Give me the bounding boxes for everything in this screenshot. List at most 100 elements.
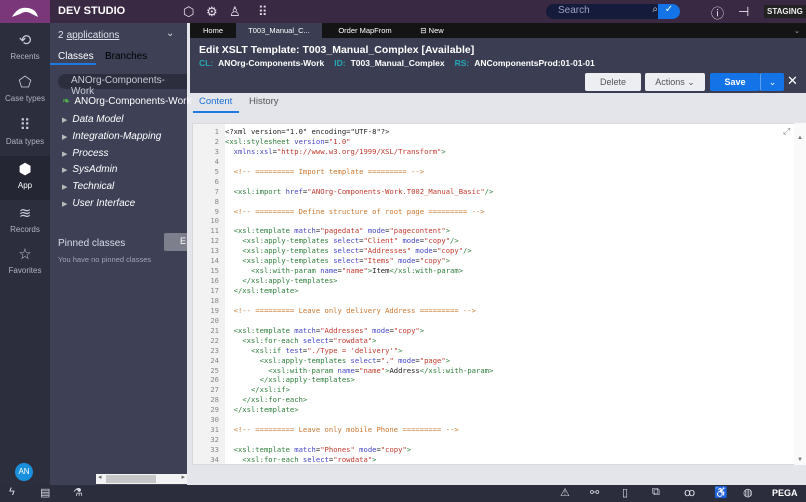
tab-branches[interactable]: Branches — [105, 51, 147, 62]
class-node[interactable]: ▶ Integration-Mapping — [62, 131, 161, 142]
code-line[interactable]: 34 <xsl:for-each select = "rowdata" > — [193, 455, 493, 464]
save-button[interactable]: Save — [710, 73, 760, 91]
expand-arrow-icon[interactable]: ▶ — [62, 167, 67, 174]
performance-icon[interactable]: ◍ — [743, 486, 753, 499]
line-number: 4 — [214, 156, 219, 166]
tab-order-mapfrom[interactable]: Order MapFrom — [322, 23, 408, 38]
studio-title[interactable]: DEV STUDIO — [58, 5, 125, 17]
clipboard-icon[interactable]: ▤ — [40, 486, 50, 499]
code-line[interactable]: 18 — [193, 296, 493, 306]
class-node[interactable]: ▶ User Interface — [62, 198, 135, 209]
glasses-icon[interactable]: ꝏ — [684, 486, 695, 499]
gear-icon[interactable]: ⚙ — [206, 4, 218, 20]
code-line[interactable]: 20 — [193, 316, 493, 326]
code-line[interactable]: 17 </xsl:template> — [193, 286, 493, 296]
info-icon[interactable]: ⓘ — [711, 3, 724, 22]
code-line[interactable]: 22 <xsl:for-each select = "rowdata" > — [193, 336, 493, 346]
expand-arrow-icon[interactable]: ▶ — [62, 151, 67, 158]
code-line[interactable]: 9 <!-- ========= Define structure of roo… — [193, 207, 493, 217]
sidebar-scrollbar[interactable]: ◂ ▸ — [96, 474, 187, 484]
delete-button[interactable]: Delete — [585, 73, 641, 91]
tab-classes[interactable]: Classes — [58, 51, 94, 62]
lightning-icon[interactable]: ϟ — [9, 486, 15, 498]
apps-link-text[interactable]: applications — [67, 30, 120, 41]
code-line[interactable]: 24 <xsl:apply-templates select = "." mode =… — [193, 356, 493, 366]
rail-case-types[interactable]: ⬠ Case types — [0, 73, 50, 103]
code-line[interactable]: 23 <xsl:if test = "./Type = 'delivery'" > — [193, 346, 493, 356]
code-token: "rowdata" — [333, 335, 373, 345]
code-line[interactable]: 4 — [193, 157, 493, 167]
code-line[interactable]: 26 </xsl:apply-templates> — [193, 375, 493, 385]
code-line[interactable]: 25 <xsl:with-param name = "name" > Address </… — [193, 366, 493, 376]
accessibility-icon[interactable]: ♿ — [714, 486, 728, 499]
code-line[interactable]: 3 xmlns:xsl = "http://www.w3.org/1999/XSL/… — [193, 147, 493, 157]
class-filter-input[interactable]: ANOrg-Components-Work — [58, 74, 187, 97]
expand-arrow-icon[interactable]: ▶ — [62, 134, 67, 141]
rail-favorites[interactable]: ☆ Favorites — [0, 245, 50, 275]
rocket-icon[interactable]: ♙ — [229, 4, 241, 20]
applications-link[interactable]: 2 applications — [58, 30, 119, 41]
class-node[interactable]: ▶ Process — [62, 148, 109, 159]
tab-home[interactable]: Home — [190, 23, 236, 38]
code-line[interactable]: 21 <xsl:template match = "Addresses" mode =… — [193, 326, 493, 336]
code-line[interactable]: 13 <xsl:apply-templates select = "Addresse… — [193, 246, 493, 256]
rail-data-types[interactable]: ⠿ Data types — [0, 116, 50, 146]
editor-scrollbar[interactable]: ▲ ▼ — [794, 123, 806, 465]
flask-icon[interactable]: ⚗ — [73, 486, 83, 499]
tracer-icon[interactable]: ⚯ — [590, 486, 599, 499]
code-line[interactable]: 33 <xsl:template match = "Phones" mode = "co… — [193, 445, 493, 455]
code-line[interactable]: 11 <xsl:template match = "pagedata" mode = "… — [193, 226, 493, 236]
class-root[interactable]: ❧ ANOrg-Components-Work — [62, 96, 191, 107]
code-line[interactable]: 30 — [193, 415, 493, 425]
code-line[interactable]: 2 <xsl:stylesheet version = "1.0" — [193, 137, 493, 147]
code-line[interactable]: 19 <!-- ========= Leave only delivery Ad… — [193, 306, 493, 316]
check-icon[interactable]: ✓ — [658, 4, 680, 19]
close-icon[interactable]: ✕ — [787, 73, 798, 89]
class-node[interactable]: ▶ Data Model — [62, 114, 124, 125]
code-line[interactable]: 10 — [193, 216, 493, 226]
live-ui-icon[interactable]: ⧉ — [652, 486, 660, 499]
actions-button[interactable]: Actions ⌄ — [645, 73, 705, 91]
expand-icon[interactable]: ⤢ — [783, 126, 790, 137]
clipboard-tool-icon[interactable]: ▯ — [622, 486, 628, 499]
code-line[interactable]: 8 — [193, 197, 493, 207]
expand-arrow-icon[interactable]: ▶ — [62, 201, 67, 208]
tab-history[interactable]: History — [249, 96, 279, 107]
code-line[interactable]: 16 </xsl:apply-templates> — [193, 276, 493, 286]
warning-icon[interactable]: ⚠ — [560, 486, 570, 499]
tab-content[interactable]: Content — [199, 96, 232, 107]
save-options-button[interactable]: ⌄ — [760, 73, 784, 91]
hierarchy-icon[interactable]: ⊣ — [738, 4, 749, 20]
pinned-button[interactable]: E — [164, 233, 187, 251]
pega-logo[interactable] — [0, 0, 50, 23]
code-line[interactable]: 14 <xsl:apply-templates select = "Items" m… — [193, 256, 493, 266]
code-line[interactable]: 12 <xsl:apply-templates select = "Client" … — [193, 236, 493, 246]
expand-arrow-icon[interactable]: ▶ — [62, 184, 67, 191]
avatar[interactable]: AN — [15, 463, 33, 481]
code-line[interactable]: 7 <xsl:import href = "ANOrg-Components-Wor… — [193, 187, 494, 197]
chevron-down-icon[interactable]: ⌄ — [166, 28, 174, 39]
expand-arrow-icon[interactable]: ▶ — [62, 117, 67, 124]
code-line[interactable]: 29 </xsl:template> — [193, 405, 493, 415]
code-line[interactable]: 1 <?xml version="1.0" encoding="UTF-8"?> — [193, 127, 493, 137]
tab-new[interactable]: ⊟ New — [412, 23, 452, 38]
grid-icon[interactable]: ⠿ — [258, 4, 268, 20]
chevron-down-icon[interactable]: ⌄ — [790, 23, 804, 38]
cube-icon[interactable]: ⬡ — [183, 4, 194, 20]
rail-recents[interactable]: ⟲ Recents — [0, 31, 50, 61]
cl-value[interactable]: ANOrg-Components-Work — [218, 58, 324, 68]
code-line[interactable]: 32 — [193, 435, 493, 445]
code-line[interactable]: 6 — [193, 177, 493, 187]
rail-app[interactable]: ⬢ App — [0, 156, 50, 200]
code-line[interactable]: 28 </xsl:for-each> — [193, 395, 493, 405]
tab-t003[interactable]: T003_Manual_C... — [236, 23, 322, 38]
code-line[interactable]: 27 </xsl:if> — [193, 385, 493, 395]
code-line[interactable]: 31 <!-- ========= Leave only mobile Phon… — [193, 425, 493, 435]
rail-records[interactable]: ≋ Records — [0, 204, 50, 234]
class-node[interactable]: ▶ SysAdmin — [62, 164, 117, 175]
search-input[interactable]: Search ⌕ ✓ — [546, 4, 680, 19]
code-editor[interactable]: 1 <?xml version="1.0" encoding="UTF-8"?> 2… — [192, 123, 806, 465]
code-line[interactable]: 5 <!-- ========= Import template =======… — [193, 167, 493, 177]
class-node[interactable]: ▶ Technical — [62, 181, 114, 192]
code-line[interactable]: 15 <xsl:with-param name = "name" > Item </xsl… — [193, 266, 493, 276]
